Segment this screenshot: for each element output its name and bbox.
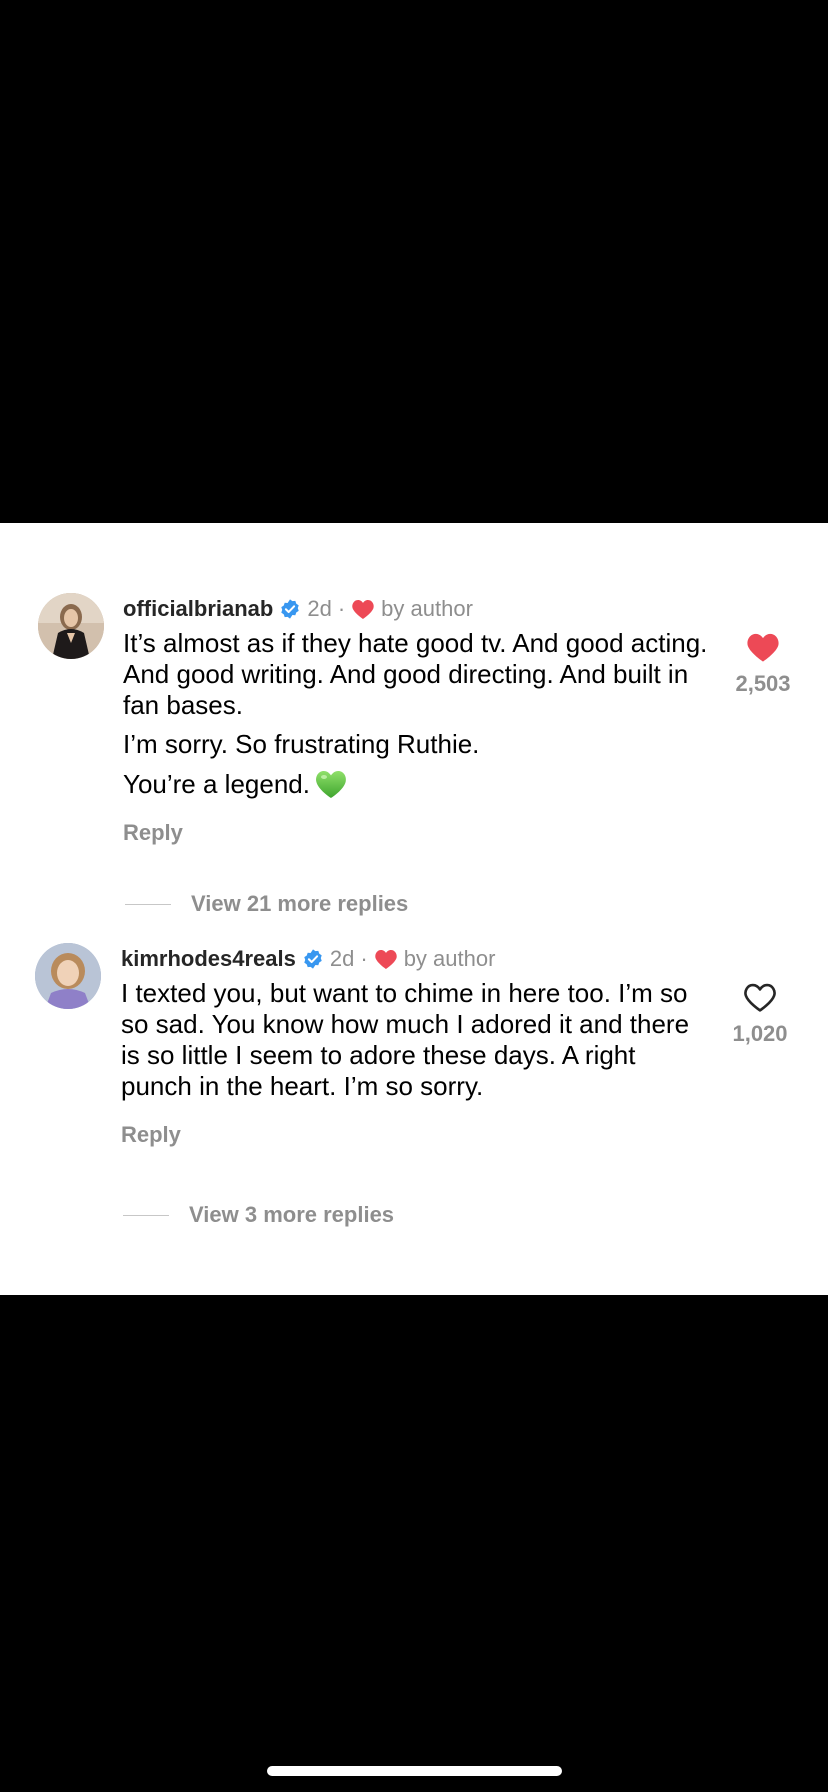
comment-paragraph: It’s almost as if they hate good tv. And… [123, 628, 708, 720]
reply-button[interactable]: Reply [121, 1122, 711, 1148]
top-letterbox [0, 0, 828, 523]
avatar-photo [38, 593, 104, 659]
like-count[interactable]: 1,020 [720, 1021, 800, 1047]
like-heart-outline-icon[interactable] [742, 981, 778, 1013]
avatar[interactable] [35, 943, 101, 1009]
comment-text: It’s almost as if they hate good tv. And… [123, 628, 708, 800]
comment-body: officialbrianab 2d · by author It’s almo… [123, 593, 708, 846]
avatar-photo [35, 943, 101, 1009]
meta-separator: · [337, 596, 346, 621]
view-more-replies[interactable]: View 21 more replies [125, 891, 408, 917]
comment-meta: kimrhodes4reals 2d · by author [121, 943, 711, 975]
comment-paragraph: I’m sorry. So frustrating Ruthie. [123, 729, 480, 759]
like-heart-filled-icon[interactable] [745, 631, 781, 663]
reply-button[interactable]: Reply [123, 820, 708, 846]
author-liked-heart-icon [374, 950, 397, 969]
view-replies-label[interactable]: View 3 more replies [189, 1202, 394, 1228]
comment-body: kimrhodes4reals 2d · by author I texted … [121, 943, 711, 1148]
verified-badge-icon [304, 949, 322, 969]
comment-paragraph-text: You’re a legend. [123, 769, 310, 799]
replies-divider-line [123, 1214, 169, 1216]
view-replies-label[interactable]: View 21 more replies [191, 891, 408, 917]
bottom-letterbox [0, 1295, 828, 1792]
comment-paragraph: I texted you, but want to chime in here … [121, 978, 690, 1101]
comment-text: I texted you, but want to chime in here … [121, 978, 711, 1102]
green-heart-emoji-icon [316, 771, 346, 798]
avatar[interactable] [38, 593, 104, 659]
author-like-label: by author [381, 596, 473, 621]
like-column: 1,020 [720, 981, 800, 1047]
username[interactable]: officialbrianab [123, 596, 273, 622]
verified-badge-icon [281, 599, 300, 619]
like-column: 2,503 [723, 631, 803, 697]
replies-divider-line [125, 903, 171, 905]
like-count[interactable]: 2,503 [723, 671, 803, 697]
comments-panel: officialbrianab 2d · by author It’s almo… [0, 523, 828, 1295]
comment-meta: officialbrianab 2d · by author [123, 593, 708, 625]
home-indicator[interactable] [267, 1766, 562, 1776]
meta-separator: · [360, 946, 368, 971]
author-liked-heart-icon [352, 600, 374, 619]
comment-age: 2d [307, 596, 332, 621]
view-more-replies[interactable]: View 3 more replies [123, 1202, 394, 1228]
comment-paragraph: You’re a legend. [123, 768, 708, 800]
comment-age: 2d [329, 946, 355, 971]
username[interactable]: kimrhodes4reals [121, 946, 296, 972]
author-like-label: by author [403, 946, 496, 971]
